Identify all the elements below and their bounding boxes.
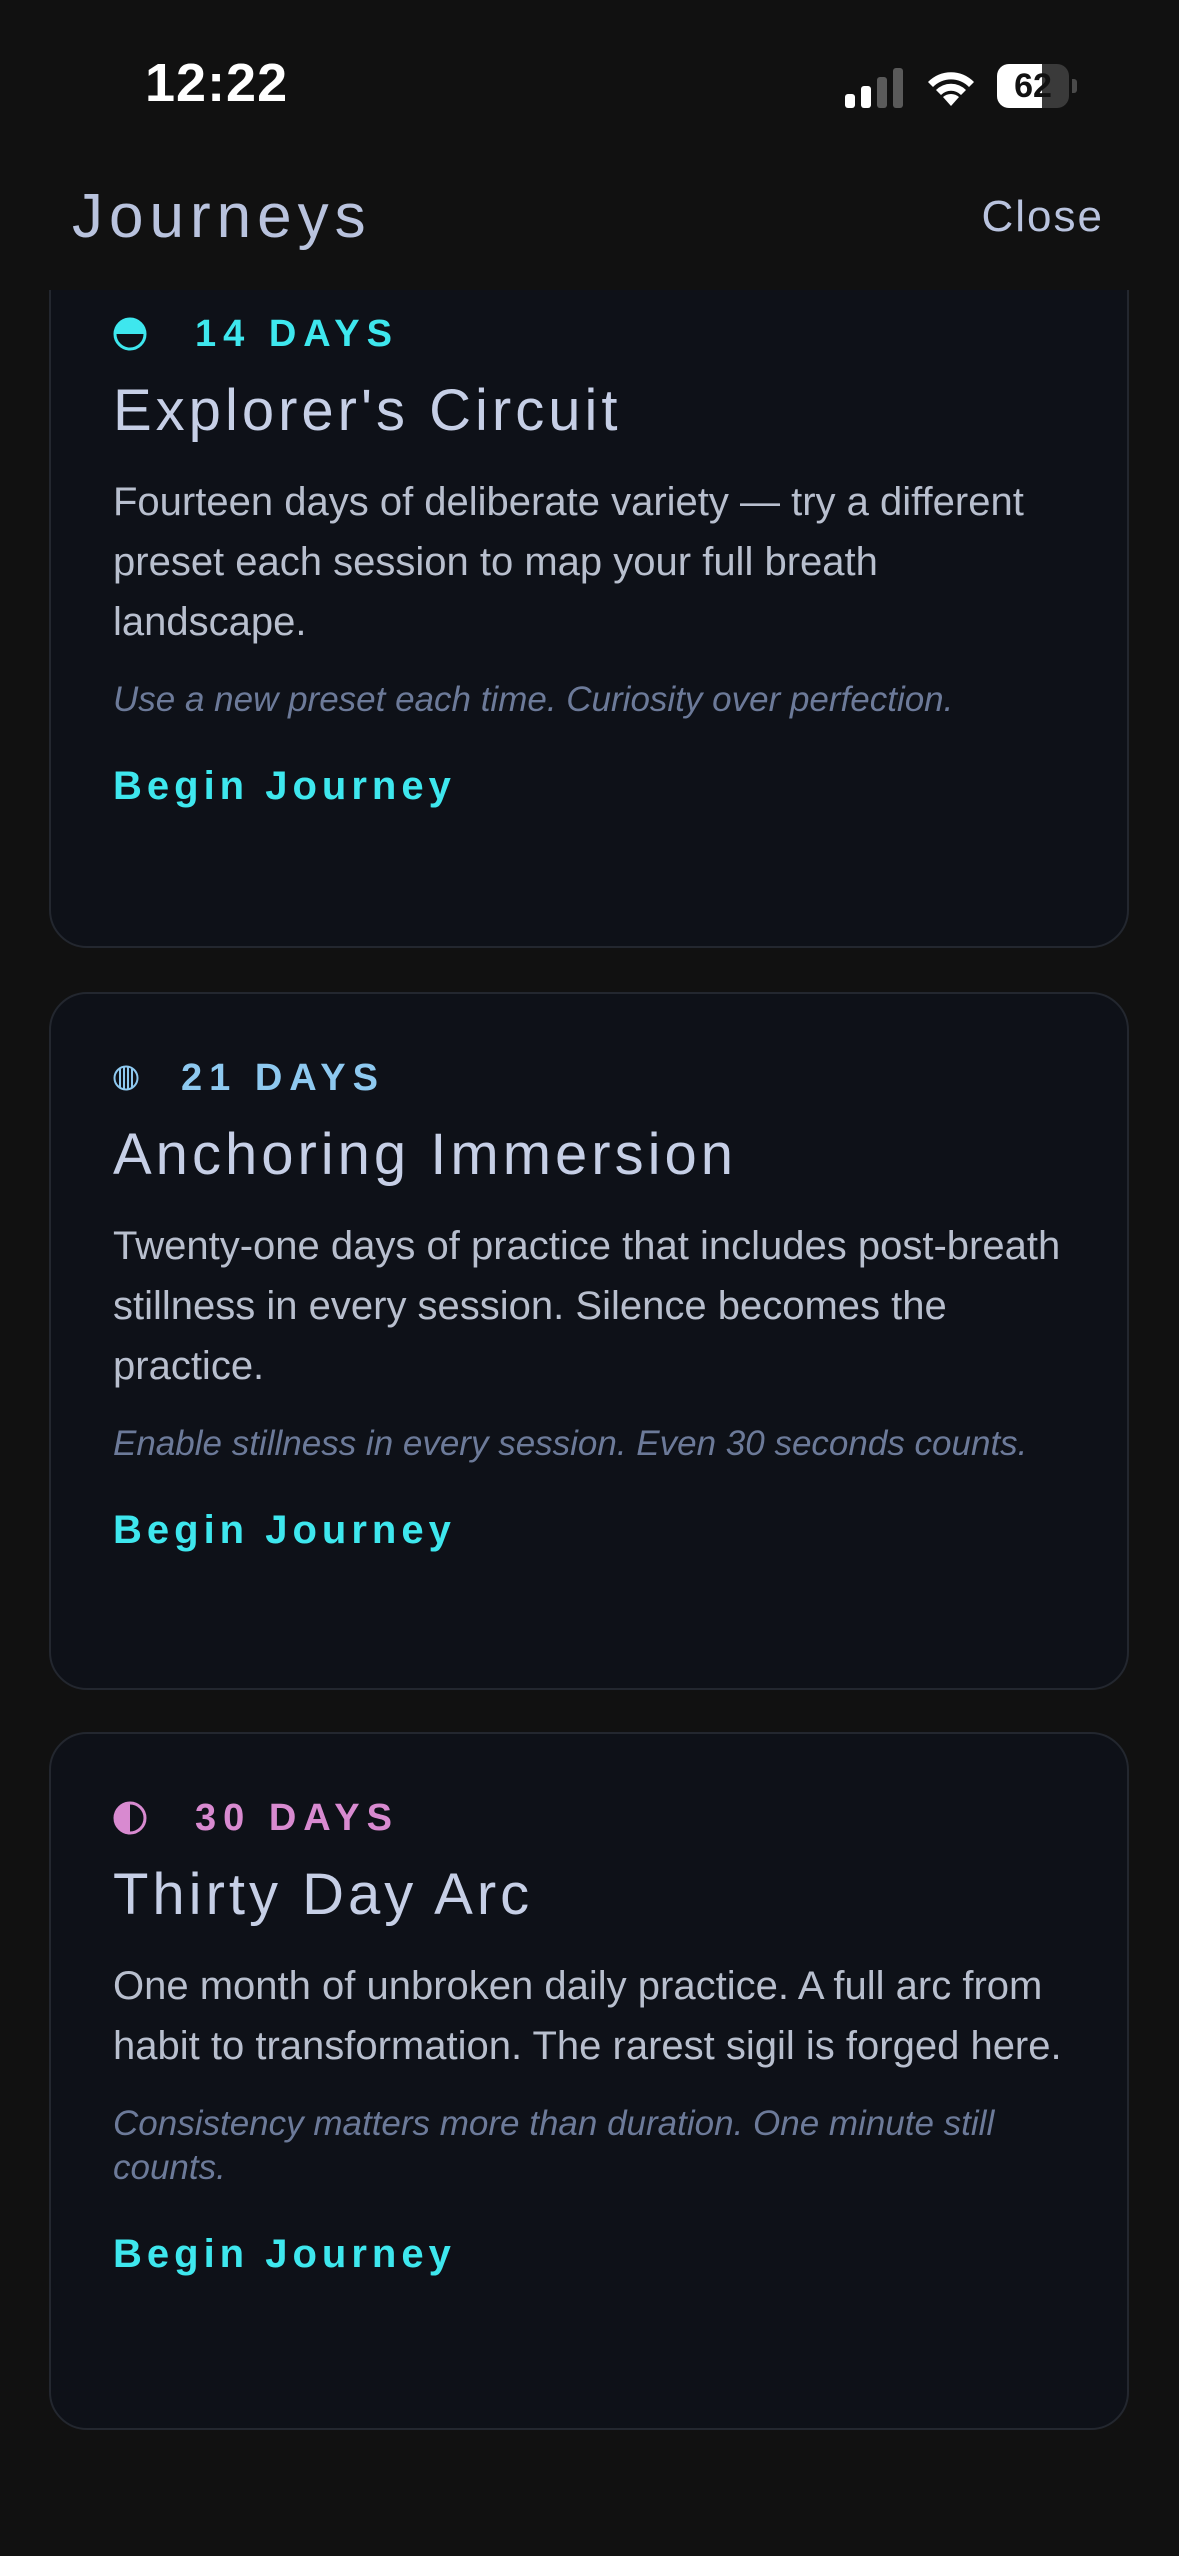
journey-title: Anchoring Immersion	[113, 1122, 737, 1187]
begin-journey-button[interactable]: Begin Journey	[113, 764, 456, 809]
journey-card: 21 DAYS Anchoring Immersion Twenty-one d…	[49, 992, 1129, 1690]
journey-duration: 21 DAYS	[113, 1056, 1065, 1099]
journey-description: Fourteen days of deliberate variety — tr…	[113, 480, 1024, 644]
battery-percent: 62	[1014, 67, 1052, 105]
cellular-signal-icon	[845, 68, 903, 108]
journey-title: Thirty Day Arc	[113, 1862, 534, 1927]
status-time: 12:22	[145, 53, 289, 113]
battery-indicator: 62	[997, 64, 1077, 108]
half-circle-icon	[113, 1801, 147, 1835]
journey-days-label: 21 DAYS	[181, 1056, 385, 1099]
journey-card-content: 21 DAYS Anchoring Immersion Twenty-one d…	[113, 1056, 1065, 1553]
journey-duration: 30 DAYS	[113, 1796, 1065, 1839]
half-moon-icon	[113, 317, 147, 351]
status-bar: 12:22 62	[0, 0, 1179, 175]
begin-journey-button[interactable]: Begin Journey	[113, 1508, 456, 1553]
journey-hint: Use a new preset each time. Curiosity ov…	[113, 680, 954, 719]
journey-title: Explorer's Circuit	[113, 378, 622, 443]
journey-card-content: 30 DAYS Thirty Day Arc One month of unbr…	[113, 1796, 1065, 2277]
journey-card-content: 14 DAYS Explorer's Circuit Fourteen days…	[113, 312, 1065, 809]
wifi-icon	[928, 72, 974, 106]
battery-cap	[1072, 79, 1077, 93]
header: Journeys Close	[0, 175, 1179, 290]
begin-journey-button[interactable]: Begin Journey	[113, 2232, 456, 2277]
journey-days-label: 14 DAYS	[195, 312, 399, 355]
striped-circle-icon	[113, 1065, 139, 1091]
journey-card: 14 DAYS Explorer's Circuit Fourteen days…	[49, 290, 1129, 948]
journey-hint: Consistency matters more than duration. …	[113, 2104, 995, 2187]
page-title: Journeys	[72, 182, 372, 251]
journey-list[interactable]: 14 DAYS Explorer's Circuit Fourteen days…	[0, 290, 1179, 2556]
journey-duration: 14 DAYS	[113, 312, 1065, 355]
close-button[interactable]: Close	[982, 175, 1105, 259]
journey-description: Twenty-one days of practice that include…	[113, 1224, 1061, 1388]
journey-days-label: 30 DAYS	[195, 1796, 399, 1839]
journey-hint: Enable stillness in every session. Even …	[113, 1424, 1028, 1463]
journey-card: 30 DAYS Thirty Day Arc One month of unbr…	[49, 1732, 1129, 2430]
journey-description: One month of unbroken daily practice. A …	[113, 1964, 1062, 2068]
